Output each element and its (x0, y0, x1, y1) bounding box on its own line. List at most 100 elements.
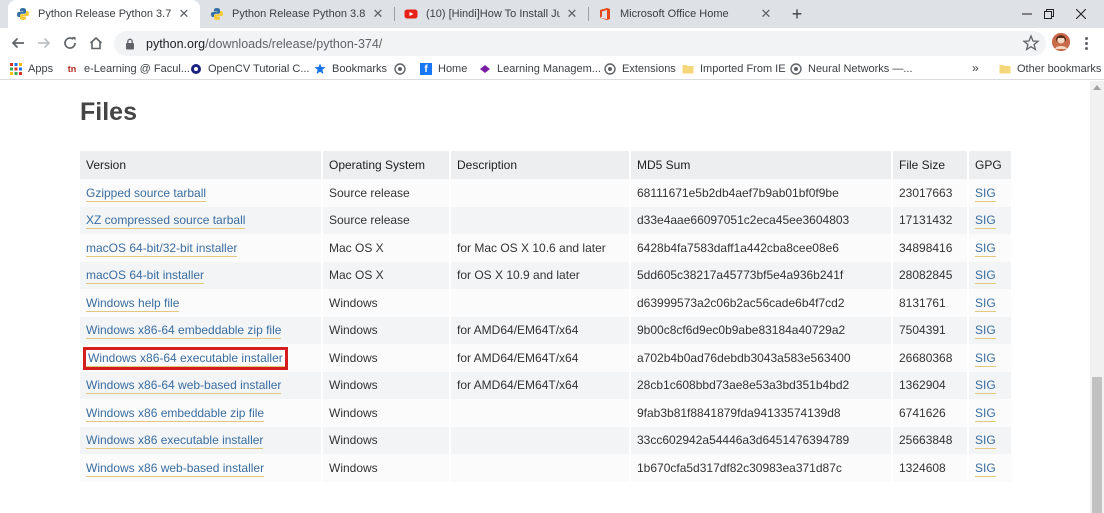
file-link[interactable]: Windows x86-64 embeddable zip file (86, 323, 282, 340)
os-cell: Windows (329, 433, 378, 448)
bookmark-imported-ie[interactable]: Imported From IE (682, 61, 786, 77)
column-header-version: Version (80, 151, 323, 179)
reload-button[interactable] (58, 31, 82, 55)
bookmark-apps[interactable]: Apps (10, 61, 53, 77)
table-cell: SIG (968, 344, 1013, 372)
tab-title: Microsoft Office Home (620, 8, 729, 20)
table-row: XZ compressed source tarball Source relea… (80, 206, 1013, 234)
bookmark-opencv[interactable]: OpenCV Tutorial C... (190, 61, 310, 77)
file-link[interactable]: Windows x86 executable installer (86, 433, 264, 450)
table-cell: 1324608 (892, 454, 969, 482)
column-header-md5: MD5 Sum (630, 151, 893, 179)
md5-cell: 5dd605c38217a45773bf5e4a936b241f (637, 268, 844, 283)
sig-link[interactable]: SIG (975, 405, 996, 422)
sig-link[interactable]: SIG (975, 433, 996, 450)
scroll-up-arrow-icon[interactable] (1093, 85, 1101, 90)
bookmark-globe[interactable] (394, 61, 412, 77)
table-cell (450, 179, 631, 207)
md5-cell: 1b670cfa5d317df82c30983ea371d87c (637, 460, 842, 475)
os-cell: Windows (329, 295, 378, 310)
home-button[interactable] (84, 31, 108, 55)
file-size-cell: 25663848 (899, 433, 953, 448)
sig-link[interactable]: SIG (975, 460, 996, 477)
table-cell: Mac OS X (322, 261, 451, 289)
table-cell: 6741626 (892, 399, 969, 427)
tab-youtube[interactable]: (10) [Hindi]How To Install Jupyte ✕ (396, 0, 588, 28)
tab-python-380[interactable]: Python Release Python 3.8.0 | Pyt ✕ (202, 0, 394, 28)
browser-menu-button[interactable] (1078, 33, 1094, 53)
sig-link[interactable]: SIG (975, 323, 996, 340)
table-cell: macOS 64-bit installer (80, 261, 323, 289)
back-button[interactable] (6, 31, 30, 55)
close-icon[interactable]: ✕ (176, 6, 192, 22)
sig-link[interactable]: SIG (975, 185, 996, 202)
file-link[interactable]: Windows x86 embeddable zip file (86, 405, 265, 422)
scrollbar-thumb[interactable] (1092, 377, 1102, 513)
profile-avatar[interactable] (1052, 33, 1070, 51)
bookmarks-overflow-button[interactable]: » (972, 61, 979, 75)
file-link[interactable]: Windows help file (86, 295, 180, 312)
table-cell: for AMD64/EM64T/x64 (450, 371, 631, 399)
file-link[interactable]: Windows x86-64 web-based installer (86, 378, 282, 395)
bookmark-extensions[interactable]: Extensions (604, 61, 676, 77)
table-cell: SIG (968, 454, 1013, 482)
close-icon[interactable]: ✕ (564, 6, 580, 22)
close-icon[interactable]: ✕ (758, 6, 774, 22)
bookmark-elearning[interactable]: tn e-Learning @ Facul... (66, 61, 190, 77)
sig-link[interactable]: SIG (975, 378, 996, 395)
sig-link[interactable]: SIG (975, 295, 996, 312)
sig-link[interactable]: SIG (975, 350, 996, 367)
tab-office[interactable]: Microsoft Office Home ✕ (590, 0, 782, 28)
file-size-cell: 23017663 (899, 185, 953, 200)
tab-separator (588, 7, 589, 21)
close-window-button[interactable] (1058, 0, 1104, 28)
table-row: macOS 64-bit/32-bit installer Mac OS X for… (80, 234, 1013, 262)
file-size-cell: 6741626 (899, 405, 946, 420)
tab-python-374[interactable]: Python Release Python 3.7.4 | Pyt ✕ (8, 0, 200, 28)
sig-link[interactable]: SIG (975, 268, 996, 285)
file-link[interactable]: macOS 64-bit/32-bit installer (86, 240, 238, 257)
table-cell: for OS X 10.9 and later (450, 261, 631, 289)
table-cell: Windows (322, 399, 451, 427)
file-link[interactable]: Windows x86 web-based installer (86, 460, 265, 477)
address-bar[interactable]: python.org/downloads/release/python-374/ (114, 31, 1046, 56)
bookmark-lms[interactable]: Learning Managem... (479, 61, 601, 77)
bookmark-neural-networks[interactable]: Neural Networks —... (790, 61, 913, 77)
table-cell: Windows (322, 289, 451, 317)
close-icon[interactable]: ✕ (370, 6, 386, 22)
sig-link[interactable]: SIG (975, 213, 996, 230)
table-cell: 1362904 (892, 371, 969, 399)
table-cell: Gzipped source tarball (80, 179, 323, 207)
bookmark-star-icon[interactable] (1022, 34, 1040, 52)
tab-title: Python Release Python 3.8.0 | Pyt (232, 8, 366, 20)
sig-link[interactable]: SIG (975, 240, 996, 257)
bookmark-label: Home (438, 63, 468, 75)
table-cell: 8131761 (892, 289, 969, 317)
table-cell: SIG (968, 399, 1013, 427)
table-cell (450, 399, 631, 427)
file-link[interactable]: Gzipped source tarball (86, 185, 207, 202)
table-row: macOS 64-bit installer Mac OS X for OS X 1… (80, 261, 1013, 289)
new-tab-button[interactable]: + (787, 4, 807, 24)
table-row: Gzipped source tarball Source release 6811… (80, 179, 1013, 207)
table-cell: 6428b4fa7583daff1a442cba8cee08e6 (630, 234, 893, 262)
table-cell: for AMD64/EM64T/x64 (450, 316, 631, 344)
file-size-cell: 7504391 (899, 323, 946, 338)
forward-button[interactable] (32, 31, 56, 55)
other-bookmarks[interactable]: Other bookmarks (999, 61, 1101, 77)
bookmark-bookmarks[interactable]: Bookmarks (314, 61, 387, 77)
bookmark-home[interactable]: f Home (420, 61, 467, 77)
vertical-scrollbar[interactable] (1090, 81, 1104, 513)
table-cell: 1b670cfa5d317df82c30983ea371d87c (630, 454, 893, 482)
table-cell: Windows (322, 454, 451, 482)
table-cell: Windows x86 embeddable zip file (80, 399, 323, 427)
table-cell: 33cc602942a54446a3d6451476394789 (630, 426, 893, 454)
file-link-highlighted[interactable]: Windows x86-64 executable installer (83, 346, 288, 370)
file-link[interactable]: XZ compressed source tarball (86, 213, 246, 230)
table-cell: Windows (322, 344, 451, 372)
table-cell: SIG (968, 234, 1013, 262)
description-cell: for AMD64/EM64T/x64 (457, 323, 579, 338)
file-link[interactable]: macOS 64-bit installer (86, 268, 205, 285)
table-cell: SIG (968, 289, 1013, 317)
url-path: /downloads/release/python-374/ (205, 36, 383, 51)
